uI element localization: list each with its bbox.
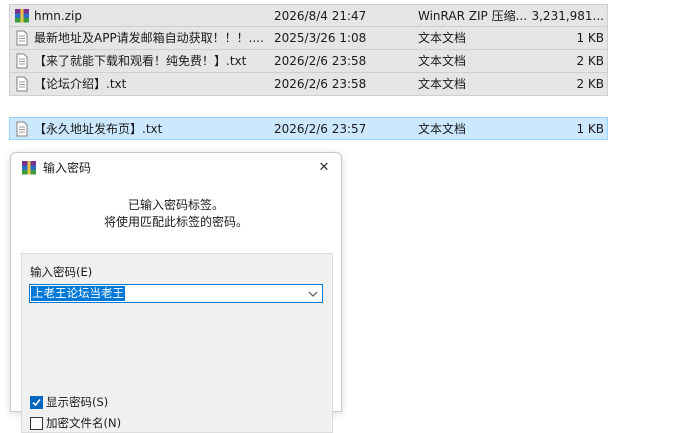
file-date: 2026/8/4 21:47 [274,9,367,23]
winrar-archive-icon [21,160,37,176]
file-name: 【来了就能下载和观看！纯免费！】.txt [34,54,247,68]
info-text: 已输入密码标签。 将使用匹配此标签的密码。 [11,197,341,231]
file-date: 2026/2/6 23:57 [274,122,367,136]
file-size: 1 KB [576,122,604,136]
info-line: 将使用匹配此标签的密码。 [103,215,248,229]
file-type: 文本文档 [418,77,467,91]
file-size: 2 KB [576,54,604,68]
file-type: 文本文档 [418,31,467,45]
text-file-icon [14,30,30,46]
file-name: 【论坛介绍】.txt [34,77,127,91]
password-label: 输入密码(E) [30,265,93,279]
file-date: 2026/2/6 23:58 [274,54,367,68]
file-name: 最新地址及APP请发邮箱自动获取！！！.... [34,31,264,45]
show-password-option[interactable]: 显示密码(S) [30,394,108,410]
file-size: 1 KB [576,31,604,45]
text-file-icon [14,76,30,92]
file-type: WinRAR ZIP 压缩... [418,9,528,23]
text-file-icon [14,53,30,69]
encrypt-names-option[interactable]: 加密文件名(N) [30,415,121,431]
text-file-icon [14,121,30,137]
file-row[interactable]: 【来了就能下载和观看！纯免费！】.txt 2026/2/6 23:58 文本文档… [9,50,608,73]
password-input[interactable]: 上老王论坛当老王 [31,286,125,301]
chevron-down-icon[interactable] [306,285,320,302]
file-size: 3,231,981... [531,9,604,23]
file-name: hmn.zip [34,9,82,23]
dialog-titlebar[interactable]: 输入密码 ✕ [11,153,341,183]
file-name: 【永久地址发布页】.txt [34,122,163,136]
dialog-title: 输入密码 [43,161,92,175]
close-icon: ✕ [318,160,330,175]
file-row[interactable]: 【永久地址发布页】.txt 2026/2/6 23:57 文本文档 1 KB [9,117,608,140]
close-button[interactable]: ✕ [311,155,337,181]
show-password-checkbox[interactable] [30,395,43,409]
show-password-label: 显示密码(S) [46,395,109,409]
file-row[interactable]: 【论坛介绍】.txt 2026/2/6 23:58 文本文档 2 KB [9,73,608,96]
file-date: 2025/3/26 1:08 [274,31,367,45]
password-group: 输入密码(E) 上老王论坛当老王 显示密码(S) 加密文件名(N) [21,253,333,433]
file-size: 2 KB [576,77,604,91]
file-row[interactable]: hmn.zip 2026/8/4 21:47 WinRAR ZIP 压缩... … [9,4,608,27]
file-type: 文本文档 [418,54,467,68]
password-dialog: 输入密码 ✕ 已输入密码标签。 将使用匹配此标签的密码。 输入密码(E) 上老王… [10,152,342,433]
file-date: 2026/2/6 23:58 [274,77,367,91]
file-row[interactable]: 最新地址及APP请发邮箱自动获取！！！.... 2025/3/26 1:08 文… [9,27,608,50]
info-line: 已输入密码标签。 [127,198,224,212]
password-combobox[interactable]: 上老王论坛当老王 [29,284,323,303]
dialog-content: 已输入密码标签。 将使用匹配此标签的密码。 输入密码(E) 上老王论坛当老王 显… [11,183,341,433]
encrypt-names-label: 加密文件名(N) [46,416,122,430]
file-type: 文本文档 [418,122,467,136]
encrypt-names-checkbox[interactable] [30,416,43,430]
winrar-archive-icon [14,8,30,24]
